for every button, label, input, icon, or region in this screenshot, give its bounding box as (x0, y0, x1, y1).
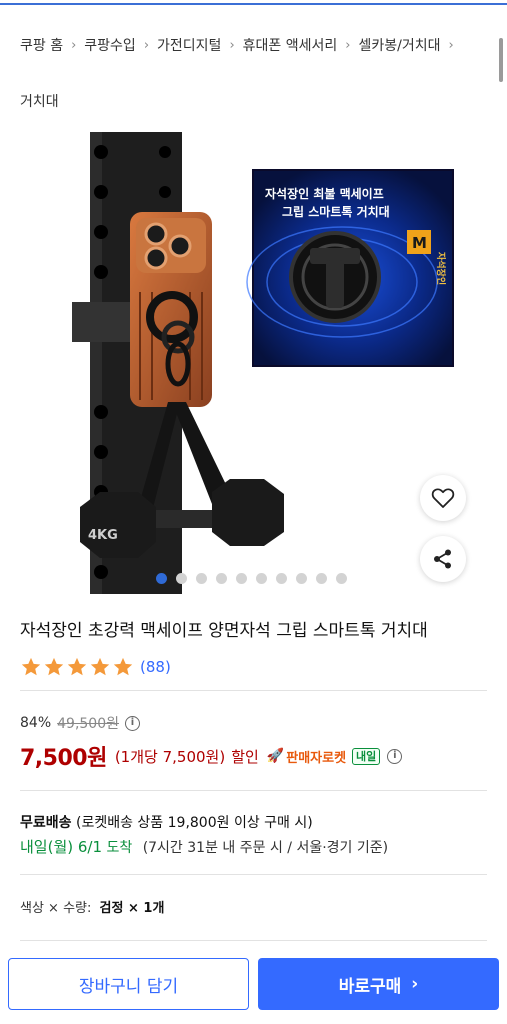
review-count[interactable]: (88) (140, 658, 171, 676)
chevron-right-icon: › (448, 37, 454, 53)
star-icon (67, 657, 87, 676)
free-shipping-label: 무료배송 (20, 815, 72, 831)
sale-price: 7,500원 (20, 746, 107, 771)
star-icon (113, 657, 133, 676)
divider (20, 790, 487, 791)
product-image: 4KG 자석장인 최불 맥세이프 그립 스마트톡 거치대 M 자석장인 (72, 132, 454, 594)
gallery-dot[interactable] (296, 572, 307, 584)
gallery-dot[interactable] (336, 572, 347, 584)
breadcrumb-item-phone-accessories[interactable]: 휴대폰 액세서리 (243, 35, 338, 55)
share-icon (434, 549, 451, 569)
free-shipping-condition: (로켓배송 상품 19,800원 이상 구매 시) (75, 815, 313, 831)
buy-now-label: 바로구매 (338, 976, 402, 997)
svg-text:4KG: 4KG (88, 528, 118, 543)
divider (20, 874, 487, 875)
svg-text:그립 스마트톡 거치대: 그립 스마트톡 거치대 (282, 204, 390, 219)
original-price: 49,500원 (57, 716, 119, 732)
price-row: 7,500원 (1개당 7,500원) 할인 🚀 판매자로켓 내일 i (20, 740, 403, 772)
unit-price: (1개당 7,500원) (114, 747, 226, 766)
star-icon (21, 657, 41, 676)
gallery-dot[interactable] (256, 572, 267, 584)
bottom-action-bar: 장바구니 담기 바로구매 › (0, 948, 507, 1024)
chevron-right-icon: › (345, 37, 351, 53)
breadcrumb-item-selfie-stick[interactable]: 셀카봉/거치대 (358, 35, 440, 55)
info-icon[interactable]: i (125, 715, 140, 731)
gallery-dot[interactable] (236, 572, 247, 584)
share-button[interactable] (420, 536, 466, 582)
tomorrow-badge: 내일 (352, 747, 381, 765)
breadcrumb-item-digital[interactable]: 가전디지털 (157, 35, 221, 55)
heart-icon (431, 488, 455, 508)
breadcrumb-item-stand[interactable]: 거치대 (20, 91, 59, 111)
discount-row: 84% 49,500원 i (20, 713, 140, 733)
product-title: 자석장인 초강력 맥세이프 양면자석 그립 스마트톡 거치대 (20, 621, 428, 641)
rocket-icon: 🚀 (266, 748, 285, 764)
top-search-bar-edge (0, 0, 507, 5)
rocket-badge: 🚀 판매자로켓 (267, 747, 346, 766)
rating-stars (20, 656, 134, 678)
discount-rate: 84% (20, 715, 52, 731)
rocket-label: 판매자로켓 (286, 750, 347, 766)
divider (20, 690, 487, 691)
shipping-free-row: 무료배송 (로켓배송 상품 19,800원 이상 구매 시) (20, 812, 313, 832)
buy-now-button[interactable]: 바로구매 › (258, 958, 499, 1010)
arrival-suffix: 도착 (106, 840, 133, 856)
sale-label: 할인 (231, 747, 259, 766)
chevron-right-icon: › (143, 37, 150, 53)
shipping-arrival-row: 내일(월) 6/1 도착 (7시간 31분 내 주문 시 / 서울·경기 기준) (20, 836, 388, 857)
chevron-right-icon: › (229, 37, 235, 53)
gallery-dot[interactable] (316, 572, 327, 584)
wishlist-button[interactable] (420, 475, 466, 521)
chevron-right-icon: › (71, 37, 77, 53)
breadcrumb-item-home[interactable]: 쿠팡 홈 (20, 35, 63, 55)
info-icon[interactable]: i (387, 748, 403, 764)
gallery-dot[interactable] (156, 572, 167, 584)
product-rating[interactable]: (88) (20, 656, 171, 678)
gallery-dot[interactable] (176, 572, 187, 584)
option-summary[interactable]: 색상 × 수량: 검정 × 1개 (20, 897, 164, 916)
chevron-right-icon: › (411, 974, 419, 994)
gallery-pagination[interactable] (156, 572, 347, 584)
add-to-cart-button[interactable]: 장바구니 담기 (8, 958, 249, 1010)
divider (20, 940, 487, 941)
breadcrumb-item-import[interactable]: 쿠팡수입 (84, 35, 136, 55)
star-icon (44, 657, 64, 676)
svg-text:M: M (412, 234, 427, 252)
gallery-dot[interactable] (196, 572, 207, 584)
arrival-date: 내일(월) 6/1 (20, 838, 103, 856)
option-value: 검정 × 1개 (99, 901, 165, 916)
product-image-gallery[interactable]: 4KG 자석장인 최불 맥세이프 그립 스마트톡 거치대 M 자석장인 (0, 132, 507, 594)
scrollbar[interactable] (499, 38, 503, 82)
add-to-cart-label: 장바구니 담기 (78, 976, 179, 997)
star-icon (90, 657, 110, 676)
gallery-dot[interactable] (216, 572, 227, 584)
svg-text:자석장인 최불 맥세이프: 자석장인 최불 맥세이프 (265, 186, 384, 201)
arrival-condition: (7시간 31분 내 주문 시 / 서울·경기 기준) (142, 840, 389, 856)
gallery-dot[interactable] (276, 572, 287, 584)
option-label: 색상 × 수량: (20, 901, 92, 916)
svg-text:자석장인: 자석장인 (435, 252, 447, 285)
breadcrumb: 쿠팡 홈 › 쿠팡수입 › 가전디지털 › 휴대폰 액세서리 › 셀카봉/거치대… (20, 34, 487, 56)
